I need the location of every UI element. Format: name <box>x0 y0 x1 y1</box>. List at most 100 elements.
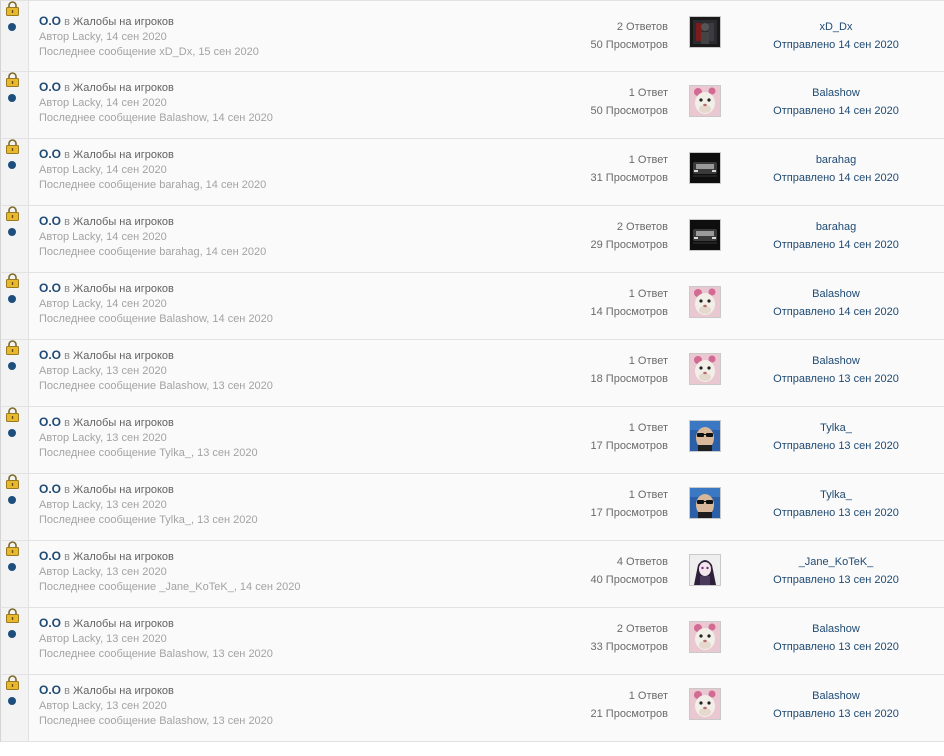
last-post-user[interactable]: Tylka_ <box>758 419 914 437</box>
status-gutter <box>1 206 29 272</box>
thread-row[interactable]: O.O в Жалобы на игроков Автор Lacky, 13 … <box>0 675 944 742</box>
thread-info: O.O в Жалобы на игроков Автор Lacky, 14 … <box>39 80 273 126</box>
last-post-user[interactable]: Balashow <box>758 352 914 370</box>
replies-count: 1 Ответ <box>628 690 668 702</box>
thread-row[interactable]: O.O в Жалобы на игроков Автор Lacky, 14 … <box>0 72 944 139</box>
last-post-user[interactable]: Balashow <box>758 620 914 638</box>
avatar[interactable] <box>689 487 721 519</box>
thread-info: O.O в Жалобы на игроков Автор Lacky, 14 … <box>39 147 266 193</box>
unread-dot-icon <box>8 23 16 31</box>
last-post-date[interactable]: Отправлено 14 сен 2020 <box>758 236 914 254</box>
thread-title[interactable]: O.O <box>39 616 61 630</box>
last-post-user[interactable]: Tylka_ <box>758 486 914 504</box>
last-post-user[interactable]: barahag <box>758 218 914 236</box>
forum-link[interactable]: Жалобы на игроков <box>73 82 174 94</box>
thread-title[interactable]: O.O <box>39 482 61 496</box>
last-post-date[interactable]: Отправлено 13 сен 2020 <box>758 705 914 723</box>
forum-link[interactable]: Жалобы на игроков <box>73 149 174 161</box>
thread-title[interactable]: O.O <box>39 14 61 28</box>
last-post-date[interactable]: Отправлено 13 сен 2020 <box>758 437 914 455</box>
views-count: 14 Просмотров <box>590 306 669 318</box>
forum-link[interactable]: Жалобы на игроков <box>73 551 174 563</box>
thread-title[interactable]: O.O <box>39 80 61 94</box>
last-post-user[interactable]: Balashow <box>758 84 914 102</box>
in-label: в <box>64 350 70 362</box>
views-count: 21 Просмотров <box>590 708 669 720</box>
last-message-info: Последнее сообщение Balashow, 13 сен 202… <box>39 380 273 392</box>
avatar[interactable] <box>689 554 721 586</box>
replies-count: 1 Ответ <box>628 87 668 99</box>
avatar[interactable] <box>689 420 721 452</box>
in-label: в <box>64 283 70 295</box>
forum-link[interactable]: Жалобы на игроков <box>73 417 174 429</box>
thread-title[interactable]: O.O <box>39 549 61 563</box>
last-post-date[interactable]: Отправлено 13 сен 2020 <box>758 504 914 522</box>
forum-link[interactable]: Жалобы на игроков <box>73 618 174 630</box>
forum-link[interactable]: Жалобы на игроков <box>73 685 174 697</box>
in-label: в <box>64 685 70 697</box>
thread-title[interactable]: O.O <box>39 415 61 429</box>
avatar[interactable] <box>689 152 721 184</box>
thread-title[interactable]: O.O <box>39 214 61 228</box>
thread-author: Автор Lacky, 13 сен 2020 <box>39 499 167 511</box>
avatar[interactable] <box>689 16 721 48</box>
views-count: 40 Просмотров <box>590 574 669 586</box>
forum-link[interactable]: Жалобы на игроков <box>73 216 174 228</box>
thread-title[interactable]: O.O <box>39 281 61 295</box>
avatar[interactable] <box>689 85 721 117</box>
last-post-user[interactable]: Balashow <box>758 687 914 705</box>
thread-row[interactable]: O.O в Жалобы на игроков Автор Lacky, 13 … <box>0 474 944 541</box>
forum-link[interactable]: Жалобы на игроков <box>73 283 174 295</box>
avatar-cat-icon <box>690 689 720 719</box>
thread-title[interactable]: O.O <box>39 147 61 161</box>
lock-icon <box>6 608 19 623</box>
last-post: Tylka_ Отправлено 13 сен 2020 <box>758 419 914 455</box>
avatar-sunglasses-icon <box>690 421 720 451</box>
avatar[interactable] <box>689 286 721 318</box>
last-post-user[interactable]: Balashow <box>758 285 914 303</box>
thread-stats: 2 Ответов 33 Просмотров <box>591 620 669 656</box>
views-count: 50 Просмотров <box>590 39 669 51</box>
thread-row[interactable]: O.O в Жалобы на игроков Автор Lacky, 13 … <box>0 608 944 675</box>
lock-icon <box>6 139 19 154</box>
last-post-date[interactable]: Отправлено 13 сен 2020 <box>758 370 914 388</box>
last-post: Balashow Отправлено 14 сен 2020 <box>758 285 914 321</box>
last-post: Balashow Отправлено 13 сен 2020 <box>758 687 914 723</box>
avatar-car-icon <box>690 153 720 183</box>
unread-dot-icon <box>8 295 16 303</box>
forum-link[interactable]: Жалобы на игроков <box>73 16 174 28</box>
avatar[interactable] <box>689 688 721 720</box>
last-post-date[interactable]: Отправлено 13 сен 2020 <box>758 571 914 589</box>
thread-row[interactable]: O.O в Жалобы на игроков Автор Lacky, 14 … <box>0 206 944 273</box>
last-post-date[interactable]: Отправлено 14 сен 2020 <box>758 36 914 54</box>
in-label: в <box>64 16 70 28</box>
last-post: _Jane_KoTeK_ Отправлено 13 сен 2020 <box>758 553 914 589</box>
last-post-date[interactable]: Отправлено 14 сен 2020 <box>758 303 914 321</box>
thread-row[interactable]: O.O в Жалобы на игроков Автор Lacky, 14 … <box>0 0 944 72</box>
avatar[interactable] <box>689 219 721 251</box>
forum-link[interactable]: Жалобы на игроков <box>73 350 174 362</box>
last-post-user[interactable]: barahag <box>758 151 914 169</box>
forum-link[interactable]: Жалобы на игроков <box>73 484 174 496</box>
thread-row[interactable]: O.O в Жалобы на игроков Автор Lacky, 13 … <box>0 541 944 608</box>
in-label: в <box>64 417 70 429</box>
thread-title[interactable]: O.O <box>39 683 61 697</box>
thread-title[interactable]: O.O <box>39 348 61 362</box>
last-post-user[interactable]: _Jane_KoTeK_ <box>758 553 914 571</box>
avatar[interactable] <box>689 353 721 385</box>
replies-count: 1 Ответ <box>628 355 668 367</box>
lock-icon <box>6 206 19 221</box>
last-message-info: Последнее сообщение xD_Dx, 15 сен 2020 <box>39 46 259 58</box>
thread-row[interactable]: O.O в Жалобы на игроков Автор Lacky, 13 … <box>0 407 944 474</box>
unread-dot-icon <box>8 429 16 437</box>
last-post-user[interactable]: xD_Dx <box>758 18 914 36</box>
thread-row[interactable]: O.O в Жалобы на игроков Автор Lacky, 14 … <box>0 273 944 340</box>
status-gutter <box>1 72 29 138</box>
last-post-date[interactable]: Отправлено 13 сен 2020 <box>758 638 914 656</box>
thread-row[interactable]: O.O в Жалобы на игроков Автор Lacky, 13 … <box>0 340 944 407</box>
last-post-date[interactable]: Отправлено 14 сен 2020 <box>758 102 914 120</box>
avatar[interactable] <box>689 621 721 653</box>
thread-row[interactable]: O.O в Жалобы на игроков Автор Lacky, 14 … <box>0 139 944 206</box>
unread-dot-icon <box>8 496 16 504</box>
last-post-date[interactable]: Отправлено 14 сен 2020 <box>758 169 914 187</box>
